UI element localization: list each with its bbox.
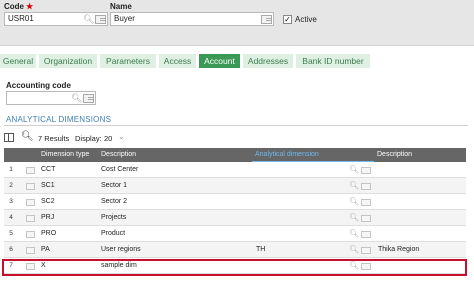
row-action-icon[interactable]: [26, 183, 35, 190]
search-icon[interactable]: 🔍︎: [349, 197, 359, 206]
row-number: 5: [9, 230, 13, 237]
search-icon[interactable]: 🔍︎: [21, 131, 34, 142]
row-action-icon[interactable]: [26, 167, 35, 174]
code-value: USR01: [8, 14, 34, 23]
tab-bank-id-number[interactable]: Bank ID number: [296, 54, 370, 68]
name-value: Buyer: [114, 14, 135, 23]
display-select[interactable]: 20: [104, 134, 112, 143]
list-icon[interactable]: [361, 167, 371, 174]
search-icon[interactable]: 🔍︎: [349, 181, 359, 190]
list-icon[interactable]: [83, 94, 94, 103]
active-checkbox[interactable]: ✓: [283, 15, 292, 24]
active-label: Active: [295, 15, 317, 24]
description-cell: User regions: [101, 246, 141, 253]
list-icon[interactable]: [361, 247, 371, 254]
code-field[interactable]: USR01 🔍︎: [4, 12, 108, 26]
description-cell: Product: [101, 230, 126, 237]
tab-general[interactable]: General: [0, 54, 36, 68]
row-action-icon[interactable]: [26, 215, 35, 222]
search-icon[interactable]: 🔍︎: [349, 213, 359, 222]
column-header-dimension-description[interactable]: Description: [374, 148, 466, 162]
list-icon[interactable]: [361, 199, 371, 206]
dimension-type-cell: PRJ: [41, 214, 55, 221]
description-cell: Cost Center: [101, 166, 139, 173]
dimension-type-cell: PA: [41, 246, 50, 253]
tab-access[interactable]: Access: [159, 54, 196, 68]
section-title: ANALYTICAL DIMENSIONS: [6, 115, 112, 124]
column-header-dimension-type[interactable]: Dimension type: [38, 148, 98, 162]
dimension-type-cell: CCT: [41, 166, 56, 173]
column-header-description[interactable]: Description: [98, 148, 252, 162]
dimension-type-cell: SC2: [41, 198, 55, 205]
row-number: 3: [9, 198, 13, 205]
highlight-frame: [2, 259, 467, 276]
list-icon[interactable]: [361, 183, 371, 190]
search-icon[interactable]: 🔍︎: [349, 165, 359, 174]
results-count: 7 Results: [38, 134, 70, 143]
section-divider: [4, 125, 468, 126]
row-number: 2: [9, 182, 13, 189]
table-row[interactable]: 2 SC1 Sector 1 🔍︎: [4, 178, 466, 194]
row-action-icon[interactable]: [26, 199, 35, 206]
tab-account[interactable]: Account: [199, 54, 240, 68]
search-icon[interactable]: 🔍︎: [83, 14, 94, 25]
description-cell: Projects: [101, 214, 127, 221]
dimension-type-cell: PRO: [41, 230, 57, 237]
required-mark: ★: [26, 2, 34, 11]
search-icon[interactable]: 🔍︎: [71, 93, 82, 104]
table-row[interactable]: 1 CCT Cost Center 🔍︎: [4, 162, 466, 178]
table-header: Dimension type Description Analytical di…: [4, 148, 466, 162]
row-number: 1: [9, 166, 13, 173]
name-field[interactable]: Buyer: [110, 12, 274, 26]
chevron-down-icon[interactable]: ⌄: [118, 132, 125, 141]
list-icon[interactable]: [361, 231, 371, 238]
table-row[interactable]: 3 SC2 Sector 2 🔍︎: [4, 194, 466, 210]
list-icon[interactable]: [95, 15, 106, 24]
row-action-icon[interactable]: [26, 231, 35, 238]
table-row[interactable]: 4 PRJ Projects 🔍︎: [4, 210, 466, 226]
list-icon[interactable]: [361, 215, 371, 222]
dimension-description-cell: Thika Region: [378, 246, 420, 253]
column-header-analytical-dimension[interactable]: Analytical dimension: [252, 148, 374, 162]
dimension-type-cell: SC1: [41, 182, 55, 189]
table-row[interactable]: 5 PRO Product 🔍︎: [4, 226, 466, 242]
accounting-code-field[interactable]: 🔍︎: [6, 91, 96, 105]
list-icon[interactable]: [261, 15, 272, 24]
search-icon[interactable]: 🔍︎: [349, 229, 359, 238]
row-number: 6: [9, 246, 13, 253]
table-row[interactable]: 6 PA User regions TH Thika Region 🔍︎: [4, 242, 466, 258]
description-cell: Sector 2: [101, 198, 128, 205]
tab-addresses[interactable]: Addresses: [243, 54, 293, 68]
description-cell: Sector 1: [101, 182, 128, 189]
grid-icon[interactable]: [4, 133, 14, 142]
code-label: Code ★: [4, 2, 34, 11]
accounting-code-label: Accounting code: [6, 81, 71, 90]
row-number: 4: [9, 214, 13, 221]
row-action-icon[interactable]: [26, 247, 35, 254]
tab-parameters[interactable]: Parameters: [100, 54, 156, 68]
display-label: Display:: [75, 134, 102, 143]
analytical-dimension-cell[interactable]: TH: [256, 242, 265, 258]
name-label: Name: [110, 2, 132, 11]
search-icon[interactable]: 🔍︎: [349, 245, 359, 254]
tab-organization[interactable]: Organization: [39, 54, 97, 68]
